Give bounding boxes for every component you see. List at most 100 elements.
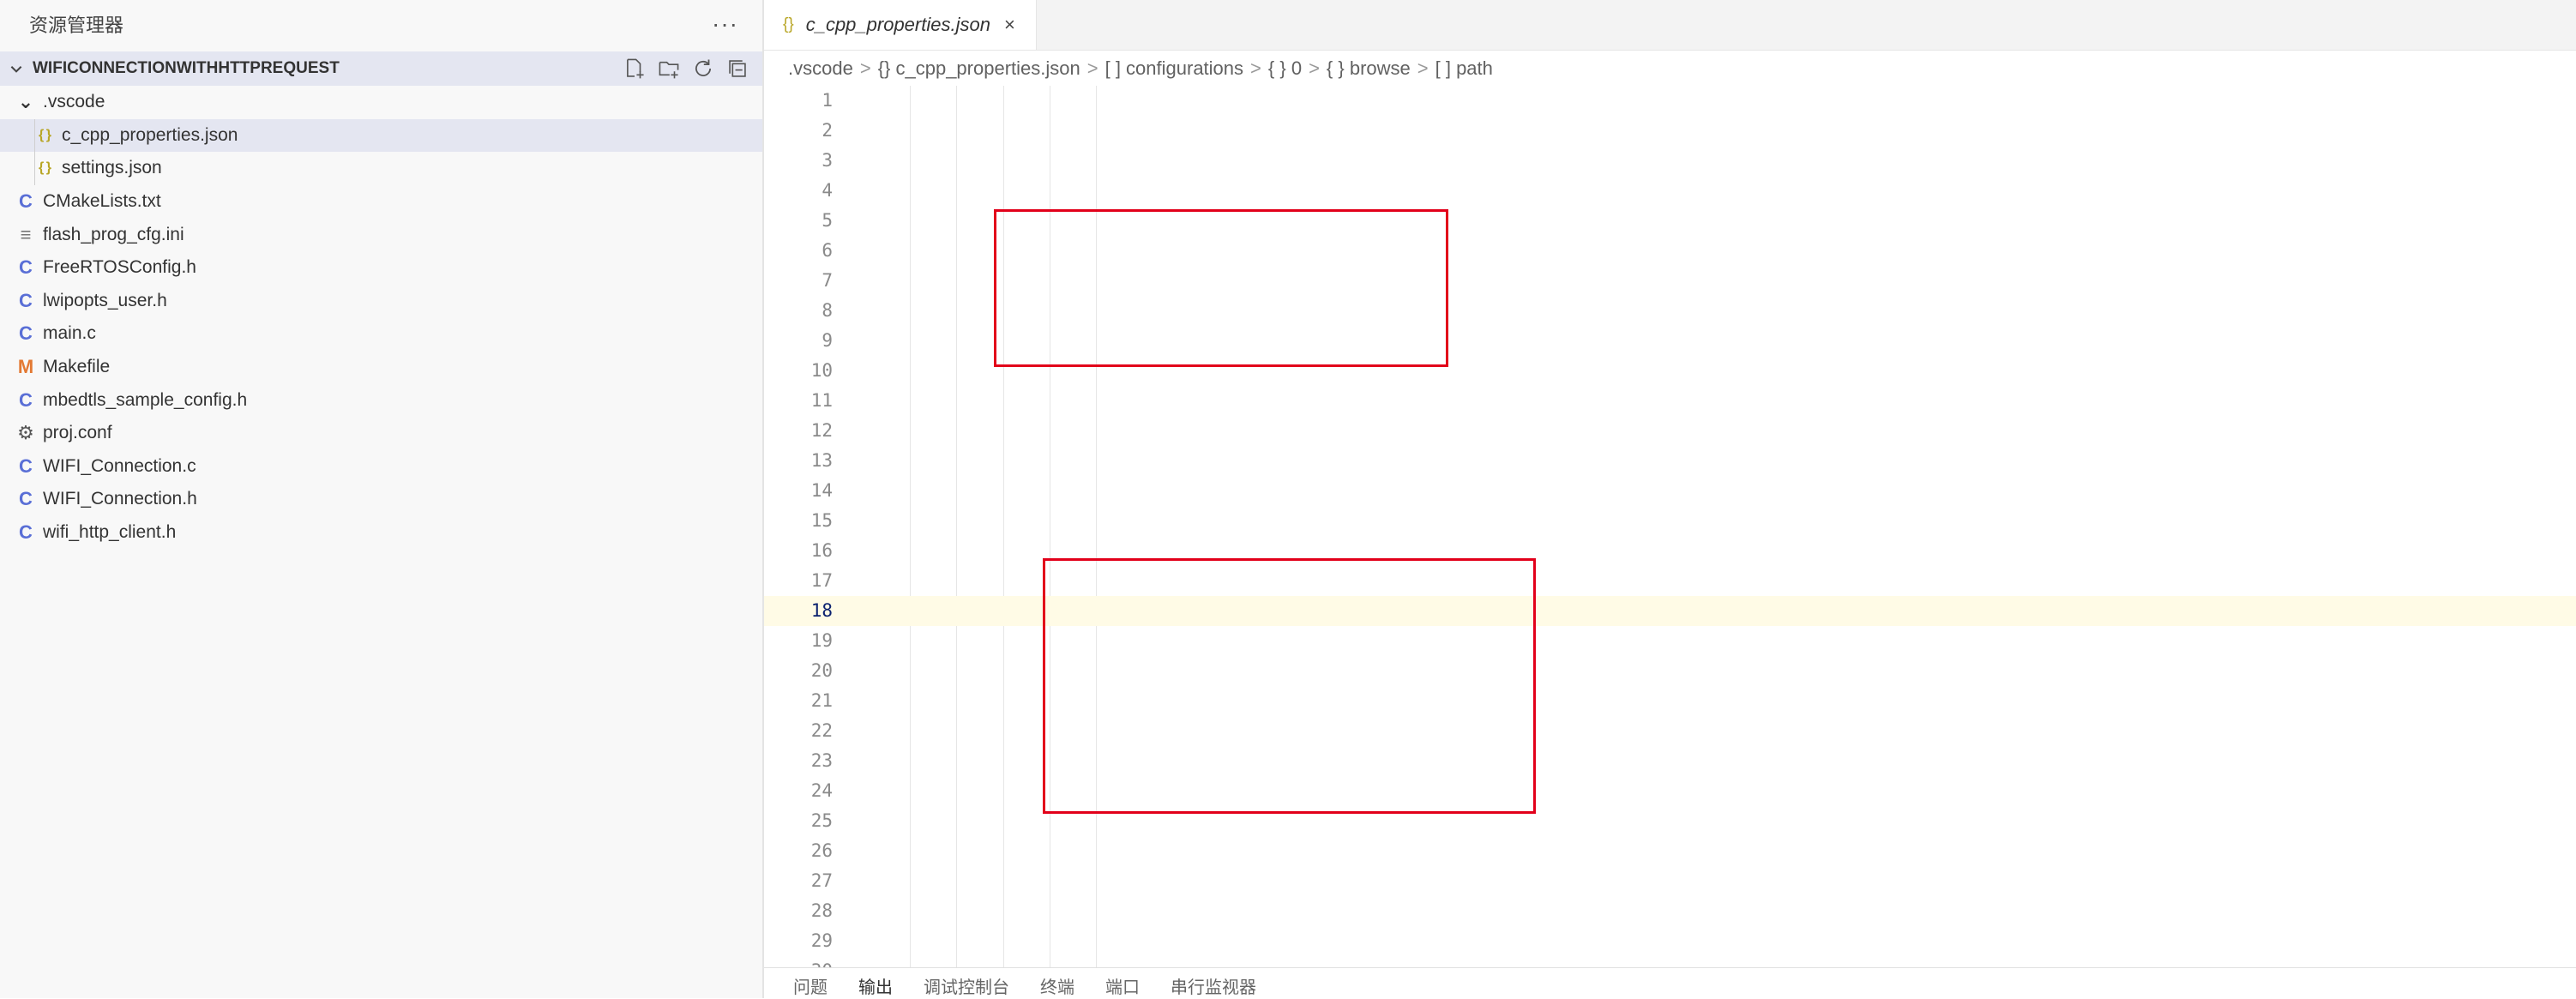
gear-icon: ⚙ bbox=[17, 422, 34, 444]
chevron-right-icon: > bbox=[1309, 57, 1320, 79]
file-tree-item[interactable]: Cmbedtls_sample_config.h bbox=[0, 383, 762, 417]
line-number: 3 bbox=[822, 150, 833, 171]
chevron-right-icon: > bbox=[1086, 57, 1098, 79]
code-line[interactable]: 4 bbox=[764, 176, 2576, 206]
line-number: 6 bbox=[822, 240, 833, 261]
panel-tab[interactable]: 调试控制台 bbox=[924, 968, 1009, 999]
explorer-toolbar bbox=[623, 57, 762, 80]
refresh-icon[interactable] bbox=[692, 57, 714, 80]
c-file-icon: C bbox=[19, 488, 33, 510]
file-tree-item[interactable]: Cwifi_http_client.h bbox=[0, 516, 762, 550]
c-file-icon: C bbox=[19, 388, 33, 411]
code-line[interactable]: 12 bbox=[764, 416, 2576, 446]
code-line[interactable]: 2 bbox=[764, 116, 2576, 146]
breadcrumb-item[interactable]: {} c_cpp_properties.json bbox=[878, 57, 1080, 80]
code-line[interactable]: 8 bbox=[764, 296, 2576, 326]
tab-c-cpp-properties[interactable]: {} c_cpp_properties.json × bbox=[764, 0, 1037, 50]
file-tree-item[interactable]: C WIFI_Connection.c bbox=[0, 450, 762, 484]
code-line[interactable]: 9 bbox=[764, 326, 2576, 356]
c-file-icon: C bbox=[19, 521, 33, 544]
line-number: 12 bbox=[810, 420, 833, 441]
file-tree-item[interactable]: ⚙ proj.conf bbox=[0, 417, 762, 450]
code-line[interactable]: 20 bbox=[764, 656, 2576, 686]
code-view[interactable]: 1 2 3 4 5 6 7 8 9 10 11 12 13 14 15 16 17 18 19 20 21 22 23 24 2… bbox=[764, 86, 2576, 969]
file-tree-item[interactable]: Cmain.c bbox=[0, 317, 762, 351]
breadcrumb-item[interactable]: { } browse bbox=[1327, 57, 1411, 80]
file-tree-item-label: .vscode bbox=[43, 92, 105, 112]
code-line[interactable]: 23 bbox=[764, 746, 2576, 776]
code-line[interactable]: 10 bbox=[764, 356, 2576, 386]
code-line[interactable]: 11 bbox=[764, 386, 2576, 416]
line-number: 29 bbox=[810, 930, 833, 951]
code-line[interactable]: 24 bbox=[764, 776, 2576, 806]
line-number: 19 bbox=[810, 630, 833, 651]
panel-tab[interactable]: 端口 bbox=[1105, 968, 1140, 999]
code-line[interactable]: 22 bbox=[764, 716, 2576, 746]
json-icon: {} bbox=[783, 15, 794, 33]
json-icon: { } bbox=[39, 160, 51, 176]
code-line[interactable]: 26 bbox=[764, 836, 2576, 866]
file-tree-item-label: WIFI_Connection.h bbox=[43, 489, 197, 509]
file-tree-item[interactable]: C WIFI_Connection.h bbox=[0, 483, 762, 516]
breadcrumb-item[interactable]: [ ] configurations bbox=[1105, 57, 1243, 80]
line-number: 8 bbox=[822, 300, 833, 321]
line-number: 27 bbox=[810, 870, 833, 891]
line-number: 2 bbox=[822, 120, 833, 141]
line-number: 11 bbox=[810, 390, 833, 411]
more-actions-icon[interactable]: ··· bbox=[712, 10, 738, 38]
file-tree-item[interactable]: ≡ flash_prog_cfg.ini bbox=[0, 218, 762, 251]
panel-tab[interactable]: 串行监视器 bbox=[1171, 968, 1256, 999]
file-tree-item[interactable]: C CMakeLists.txt bbox=[0, 185, 762, 219]
workspace-folder-header[interactable]: WIFICONNECTIONWITHHTTPREQUEST bbox=[0, 51, 762, 86]
line-number: 15 bbox=[810, 510, 833, 531]
line-number: 10 bbox=[810, 360, 833, 381]
lines-file-icon: ≡ bbox=[20, 223, 32, 245]
code-line[interactable]: 1 bbox=[764, 86, 2576, 116]
line-number: 21 bbox=[810, 690, 833, 711]
explorer-sidebar: 资源管理器 ··· WIFICONNECTIONWITHHTTPREQUEST … bbox=[0, 0, 764, 998]
panel-tab[interactable]: 终端 bbox=[1040, 968, 1074, 999]
chevron-right-icon: > bbox=[1417, 57, 1429, 79]
code-line[interactable]: 16 bbox=[764, 536, 2576, 566]
code-line[interactable]: 6 bbox=[764, 236, 2576, 266]
code-line[interactable]: 19 bbox=[764, 626, 2576, 656]
code-line[interactable]: 13 bbox=[764, 446, 2576, 476]
code-line[interactable]: 18 bbox=[764, 596, 2576, 626]
code-line[interactable]: 14 bbox=[764, 476, 2576, 506]
close-icon[interactable]: × bbox=[1004, 14, 1015, 36]
code-line[interactable]: 5 bbox=[764, 206, 2576, 236]
code-line[interactable]: 27 bbox=[764, 866, 2576, 896]
file-tree-item[interactable]: { } settings.json bbox=[0, 152, 762, 185]
breadcrumb-item[interactable]: .vscode bbox=[788, 57, 853, 80]
panel-tab[interactable]: 问题 bbox=[793, 968, 828, 999]
code-line[interactable]: 21 bbox=[764, 686, 2576, 716]
line-number: 20 bbox=[810, 660, 833, 681]
code-line[interactable]: 15 bbox=[764, 506, 2576, 536]
file-tree-item[interactable]: ⌄ .vscode bbox=[0, 86, 762, 119]
breadcrumb-item[interactable]: { } 0 bbox=[1268, 57, 1302, 80]
code-line[interactable]: 3 bbox=[764, 146, 2576, 176]
code-line[interactable]: 29 bbox=[764, 926, 2576, 956]
code-line[interactable]: 28 bbox=[764, 896, 2576, 926]
file-tree-item[interactable]: Clwipopts_user.h bbox=[0, 285, 762, 318]
code-line[interactable]: 17 bbox=[764, 566, 2576, 596]
line-number: 28 bbox=[810, 900, 833, 921]
indent-guide bbox=[34, 118, 35, 153]
collapse-all-icon[interactable] bbox=[726, 57, 749, 80]
chevron-down-icon: ⌄ bbox=[17, 91, 34, 113]
new-folder-icon[interactable] bbox=[658, 57, 680, 80]
new-file-icon[interactable] bbox=[623, 57, 646, 80]
code-line[interactable]: 25 bbox=[764, 806, 2576, 836]
file-tree-item[interactable]: { } c_cpp_properties.json bbox=[0, 118, 762, 153]
file-tree-item-label: FreeRTOSConfig.h bbox=[43, 257, 196, 278]
panel-tab[interactable]: 输出 bbox=[858, 968, 893, 999]
line-number: 18 bbox=[810, 600, 833, 621]
file-tree-item[interactable]: M Makefile bbox=[0, 351, 762, 384]
file-tree-item[interactable]: C FreeRTOSConfig.h bbox=[0, 251, 762, 285]
makefile-icon: M bbox=[17, 356, 34, 378]
file-tree-item-label: mbedtls_sample_config.h bbox=[43, 389, 248, 410]
code-line[interactable]: 7 bbox=[764, 266, 2576, 296]
breadcrumb-item[interactable]: [ ] path bbox=[1435, 57, 1493, 80]
line-number: 16 bbox=[810, 540, 833, 561]
bottom-panel-tabs: 问题 输出 调试控制台 终端 端口 串行监视器 bbox=[764, 967, 2576, 999]
